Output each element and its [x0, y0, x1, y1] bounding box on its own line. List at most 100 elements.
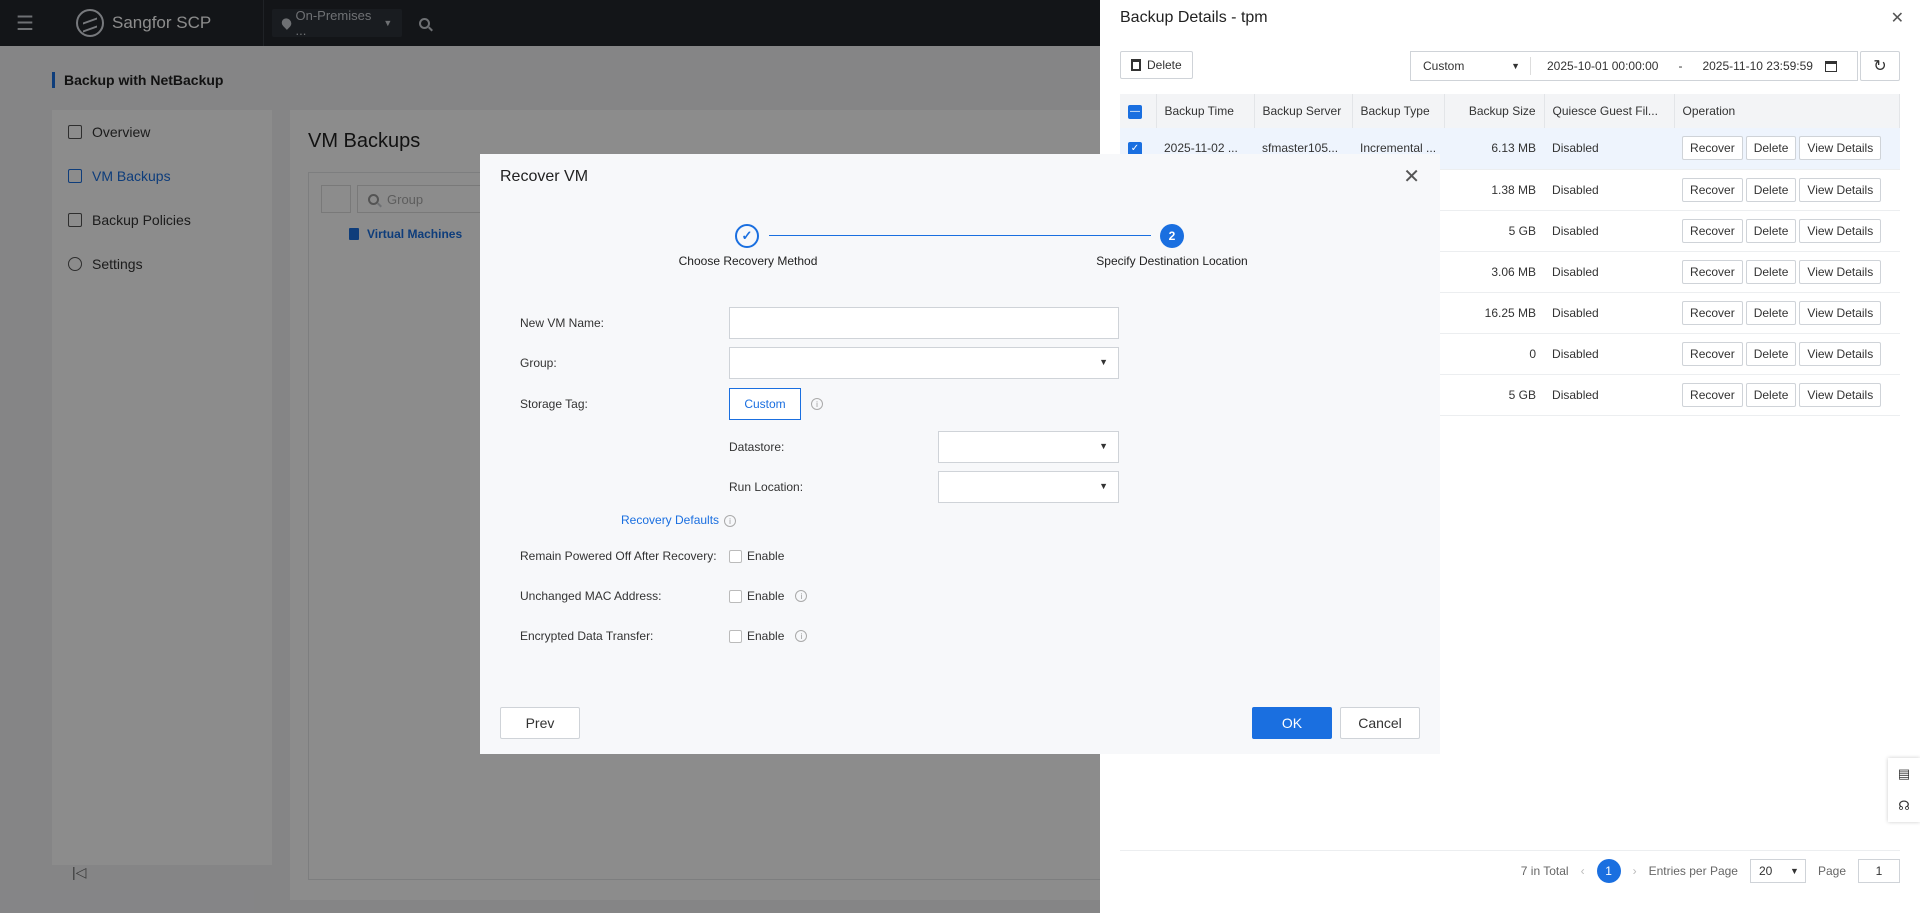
checkbox[interactable] [729, 589, 742, 603]
view-details-button[interactable]: View Details [1799, 259, 1882, 284]
recover-button[interactable]: Recover [1682, 136, 1743, 161]
close-icon[interactable]: ✕ [1403, 164, 1420, 189]
delete-row-button[interactable]: Delete [1745, 341, 1797, 366]
range-end[interactable]: 2025-11-10 23:59:59 [1702, 59, 1813, 73]
range-preset-select[interactable]: Custom ▼ [1411, 57, 1531, 75]
chevron-down-icon: ▼ [1790, 865, 1799, 876]
cell-backup-size: 6.13 MB [1444, 128, 1545, 170]
view-details-button[interactable]: View Details [1799, 218, 1882, 243]
row-operations: Recover Delete View Details [1674, 128, 1900, 170]
view-details-button[interactable]: View Details [1799, 300, 1882, 325]
trash-icon [1131, 59, 1141, 71]
table-header-row: — Backup Time Backup Server Backup Type … [1120, 94, 1901, 128]
row-operations: Recover Delete View Details [1674, 169, 1900, 211]
view-details-button[interactable]: View Details [1799, 341, 1882, 366]
datastore-label: Datastore: [729, 440, 785, 454]
info-icon[interactable]: i [795, 590, 808, 602]
recover-button[interactable]: Recover [1682, 177, 1743, 202]
checkbox[interactable] [729, 549, 742, 563]
delete-row-button[interactable]: Delete [1745, 382, 1797, 407]
delete-button[interactable]: Delete [1120, 51, 1193, 79]
mac-enable-checkbox[interactable]: Enable i [729, 589, 808, 603]
entries-per-page-select[interactable]: 20 ▼ [1749, 858, 1806, 883]
chevron-down-icon: ▼ [1099, 481, 1108, 491]
chevron-left-icon[interactable]: ‹ [1581, 864, 1585, 878]
select-all-checkbox[interactable]: — [1120, 94, 1157, 128]
chevron-down-icon: ▼ [1099, 357, 1108, 367]
delete-row-button[interactable]: Delete [1745, 136, 1797, 161]
cell-backup-size: 16.25 MB [1444, 292, 1545, 334]
col-backup-time[interactable]: Backup Time [1156, 94, 1255, 128]
new-vm-name-input[interactable] [729, 307, 1119, 339]
cell-backup-size: 3.06 MB [1444, 251, 1545, 293]
dialog-title: Recover VM [500, 168, 589, 185]
run-location-select[interactable]: ▼ [938, 471, 1119, 503]
info-icon[interactable]: i [795, 630, 808, 642]
total-count: 7 in Total [1520, 863, 1569, 878]
step-connector [769, 235, 1151, 236]
cell-backup-size: 1.38 MB [1444, 169, 1545, 211]
ok-button[interactable]: OK [1252, 707, 1332, 739]
step-label-destination: Specify Destination Location [1096, 254, 1248, 268]
info-icon[interactable]: i [724, 515, 736, 527]
run-location-label: Run Location: [729, 480, 804, 494]
range-separator: - [1678, 59, 1683, 73]
prev-button[interactable]: Prev [500, 707, 580, 739]
delete-row-button[interactable]: Delete [1745, 259, 1797, 284]
delete-row-button[interactable]: Delete [1745, 300, 1797, 325]
col-operation: Operation [1674, 94, 1901, 128]
recover-button[interactable]: Recover [1682, 341, 1743, 366]
recover-button[interactable]: Recover [1682, 218, 1743, 243]
page-label: Page [1817, 863, 1846, 878]
pagination: 7 in Total ‹ 1 › Entries per Page 20 ▼ P… [1120, 850, 1900, 890]
recover-vm-dialog: Recover VM ✕ ✓ 2 Choose Recovery Method … [480, 154, 1440, 754]
checkbox-label: Enable [747, 629, 785, 643]
recover-button[interactable]: Recover [1682, 382, 1743, 407]
recover-button[interactable]: Recover [1682, 259, 1743, 284]
new-vm-name-label: New VM Name: [520, 316, 605, 330]
view-details-button[interactable]: View Details [1799, 136, 1882, 161]
chevron-right-icon[interactable]: › [1633, 864, 1637, 878]
checkbox[interactable] [729, 629, 742, 643]
cell-quiesce: Disabled [1544, 210, 1675, 252]
entries-per-page-value: 20 [1758, 863, 1773, 878]
storage-tag-custom-button[interactable]: Custom [729, 388, 801, 420]
recover-button[interactable]: Recover [1682, 300, 1743, 325]
close-icon[interactable]: ✕ [1891, 8, 1904, 28]
floating-tools: ▤ ☊ [1888, 758, 1920, 822]
delete-row-button[interactable]: Delete [1745, 218, 1797, 243]
view-details-button[interactable]: View Details [1799, 382, 1882, 407]
support-headset-icon[interactable]: ☊ [1898, 798, 1910, 814]
document-icon[interactable]: ▤ [1898, 766, 1910, 782]
view-details-button[interactable]: View Details [1799, 177, 1882, 202]
row-operations: Recover Delete View Details [1674, 292, 1900, 334]
encrypted-enable-checkbox[interactable]: Enable i [729, 629, 808, 643]
info-icon[interactable]: i [811, 398, 823, 410]
powered-off-enable-checkbox[interactable]: Enable [729, 549, 784, 563]
refresh-button[interactable]: ↻ [1860, 51, 1900, 81]
range-preset-label: Custom [1423, 59, 1465, 73]
row-operations: Recover Delete View Details [1674, 333, 1900, 375]
row-operations: Recover Delete View Details [1674, 251, 1900, 293]
col-backup-type[interactable]: Backup Type [1352, 94, 1445, 128]
page-jump-input[interactable]: 1 [1858, 858, 1900, 883]
col-quiesce[interactable]: Quiesce Guest Fil... [1544, 94, 1675, 128]
group-select[interactable]: ▼ [729, 347, 1119, 379]
date-range-picker[interactable]: Custom ▼ 2025-10-01 00:00:00 - 2025-11-1… [1410, 51, 1858, 81]
recovery-defaults-link[interactable]: Recovery Defaults [621, 513, 719, 527]
storage-tag-label: Storage Tag: [520, 397, 588, 411]
cancel-button[interactable]: Cancel [1340, 707, 1420, 739]
cell-backup-size: 5 GB [1444, 374, 1545, 416]
step-label-choose-method: Choose Recovery Method [678, 254, 818, 268]
range-start[interactable]: 2025-10-01 00:00:00 [1547, 59, 1658, 73]
chevron-down-icon: ▼ [1099, 441, 1108, 451]
page-number-current[interactable]: 1 [1596, 858, 1621, 883]
cell-backup-size: 0 [1444, 333, 1545, 375]
col-backup-server[interactable]: Backup Server [1254, 94, 1353, 128]
row-operations: Recover Delete View Details [1674, 374, 1900, 416]
col-backup-size[interactable]: Backup Size [1444, 94, 1545, 128]
delete-row-button[interactable]: Delete [1745, 177, 1797, 202]
calendar-icon[interactable] [1824, 60, 1837, 72]
cell-quiesce: Disabled [1544, 251, 1675, 293]
datastore-select[interactable]: ▼ [938, 431, 1119, 463]
